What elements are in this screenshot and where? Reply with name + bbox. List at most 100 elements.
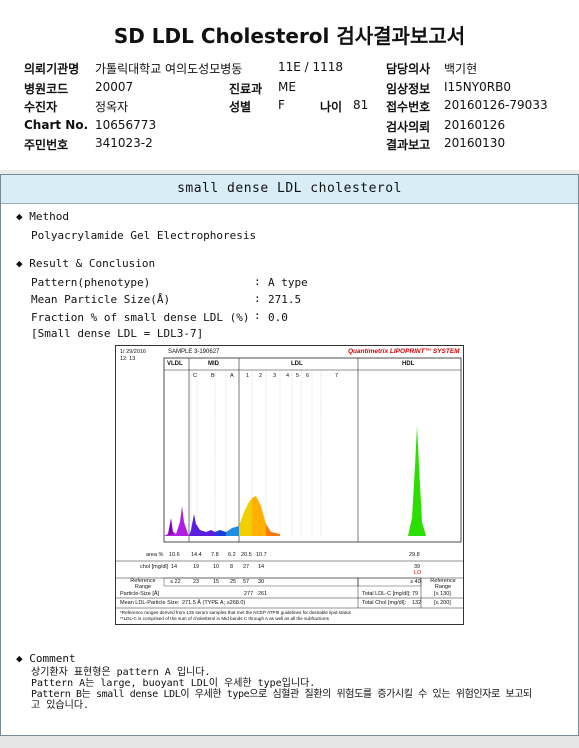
lp-footnote-2: **LDL-C is comprised of the sum of chole… (120, 616, 329, 621)
lp-sub-7: 7 (335, 373, 339, 379)
lp-chol-2: 10 (213, 564, 220, 570)
department-label: 진료과 (229, 82, 263, 96)
peak-mid-c (189, 514, 215, 536)
institution-label: 의뢰기관명 (24, 62, 80, 76)
department-value: ME (278, 80, 296, 94)
method-text: Polyacrylamide Gel Electrophoresis (31, 229, 257, 242)
patient-label: 수진자 (24, 100, 58, 114)
lp-chol-1: 19 (193, 564, 200, 570)
pattern-label: Pattern(phenotype) (31, 276, 151, 289)
lp-area-label: area % (146, 552, 164, 558)
lp-chol-3: 8 (230, 564, 234, 570)
lp-ref-label: Reference Range (130, 578, 156, 590)
lp-area-2: 7.8 (211, 552, 219, 558)
result-date-value: 20160130 (444, 136, 506, 150)
lp-ref-4: 57 (243, 579, 250, 585)
peak-vldl (164, 518, 176, 536)
lp-ref-1: 23 (193, 579, 200, 585)
ward-value: 11E / 1118 (278, 60, 344, 74)
method-heading-text: Method (29, 210, 69, 223)
pattern-value: A type (268, 276, 308, 289)
chart-no-value: 10656773 (95, 118, 157, 132)
diamond-bullet-icon: ◆ (16, 652, 23, 665)
lp-chol-4: 27 (243, 564, 250, 570)
section-title: small dense LDL cholesterol (177, 181, 402, 196)
peak-vldl-2 (164, 506, 189, 536)
lp-band-mid: MID (208, 361, 219, 367)
peak-ldl-1 (239, 498, 252, 536)
lp-area-0: 10.6 (169, 552, 180, 558)
lp-ref2-label: Reference Range (430, 578, 456, 590)
size-label: Mean Particle Size(Å) (31, 293, 171, 306)
institution-value: 가톨릭대학교 여의도성모병동 (95, 62, 243, 76)
section-band: small dense LDL cholesterol (1, 175, 578, 204)
lp-sub-a: A (230, 373, 234, 379)
lp-total-ldl-value: 79 (412, 591, 419, 597)
lp-sub-c: C (193, 373, 197, 379)
lp-sub-b: B (211, 373, 215, 379)
chart-no-label: Chart No. (24, 118, 89, 132)
lp-area-1: 14.4 (191, 552, 202, 558)
lp-sub-1: 1 (246, 373, 250, 379)
diamond-bullet-icon: ◆ (16, 257, 23, 270)
size-value: 271.5 (268, 293, 302, 306)
sex-value: F (278, 98, 285, 112)
method-heading: ◆ Method (16, 210, 69, 223)
peak-ldl-3 (266, 524, 280, 536)
doctor-value: 백기현 (444, 62, 478, 76)
colon: : (254, 309, 261, 322)
peak-mid-b (215, 530, 226, 536)
lipoprint-report: 1/ 29/2016 12: 13 SAMPLE 3-190627 Quanti… (115, 345, 464, 625)
lp-sub-5: 5 (296, 373, 300, 379)
clinical-label: 임상정보 (386, 82, 431, 96)
comment-line-4: 고 있습니다. (31, 700, 90, 711)
lp-sub-3: 3 (273, 373, 277, 379)
rrn-label: 주민번호 (24, 138, 69, 152)
lp-particle-label: Particle-Size [Å] (120, 591, 160, 597)
lp-total-ldl-label: Total LDL-C [mg/dl]: (362, 591, 411, 597)
lp-particle-0: 277 (244, 591, 254, 597)
page-title: SD LDL Cholesterol 검사결과보고서 (113, 24, 466, 48)
lp-sub-4: 4 (286, 373, 290, 379)
receipt-label: 접수번호 (386, 100, 431, 114)
clinical-value: I15NY0RB0 (444, 80, 511, 94)
doctor-label: 담당의사 (386, 62, 431, 76)
diamond-bullet-icon: ◆ (16, 210, 23, 223)
lp-total-chol-ref: [≤ 200] (434, 600, 451, 606)
lp-area-hdl: 29.8 (409, 552, 420, 558)
patient-value: 정옥자 (95, 100, 129, 114)
request-date-value: 20160126 (444, 118, 506, 132)
lp-band-hdl: HDL (402, 361, 415, 367)
hospital-code-value: 20007 (95, 80, 134, 94)
sex-label: 성별 (229, 100, 252, 114)
receipt-value: 20160126-79033 (444, 98, 548, 112)
result-heading: ◆ Result & Conclusion (16, 257, 155, 270)
page-footer (0, 736, 579, 748)
lp-ref-hdl: ≥ 40 (410, 579, 421, 585)
lp-chol-5: 14 (258, 564, 265, 570)
result-heading-text: Result & Conclusion (29, 257, 156, 270)
lp-total-chol-label: Total Chol [mg/dl]: (362, 600, 407, 606)
peak-hdl (408, 426, 426, 536)
peak-ldl-2 (252, 496, 266, 536)
lp-ref-0: ≤ 22 (170, 579, 181, 585)
lp-area-3: 6.2 (228, 552, 236, 558)
lp-chol-hdl-flag: LO (414, 570, 422, 576)
hospital-code-label: 병원코드 (24, 82, 69, 96)
lp-chol-label: chol [mg/dl] (140, 564, 169, 570)
sdldl-note: [Small dense LDL = LDL3-7] (31, 327, 204, 340)
lp-sub-2: 2 (259, 373, 263, 379)
lp-band-vldl: VLDL (167, 361, 183, 367)
lp-mean-value: 271.5 Å (TYPE A; ≥268.0) (182, 600, 246, 606)
lp-band-ldl: LDL (291, 361, 303, 367)
lp-ref-2: 15 (213, 579, 220, 585)
age-value: 81 (353, 98, 369, 112)
peak-mid-a (226, 526, 239, 536)
lp-ref-5: 30 (258, 579, 265, 585)
lp-chol-0: 14 (171, 564, 178, 570)
result-date-label: 결과보고 (386, 138, 431, 152)
comment-line-3: Pattern B는 small dense LDL이 우세한 type으로 심… (31, 689, 532, 700)
lp-area-4: 20.5 (241, 552, 252, 558)
lp-ref-3: 25 (230, 579, 237, 585)
lp-particle-1: 261 (258, 591, 268, 597)
